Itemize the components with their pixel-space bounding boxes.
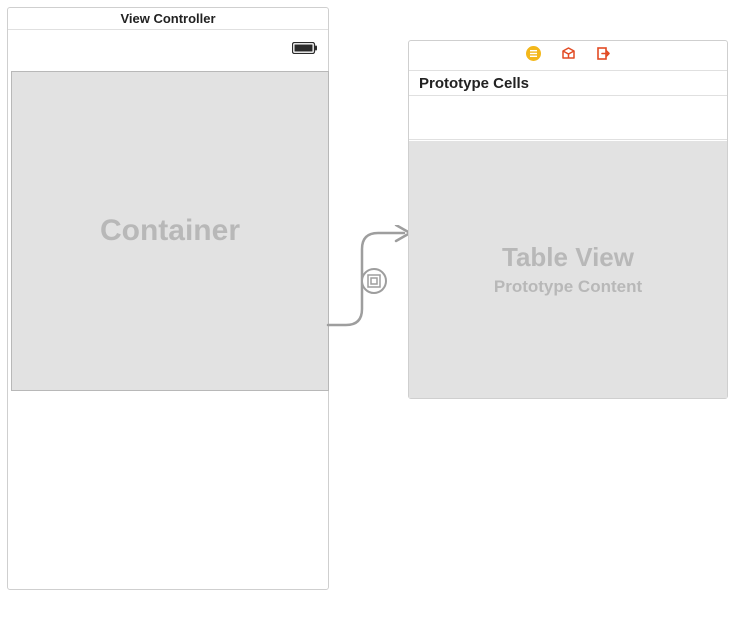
container-label: Container bbox=[100, 214, 240, 248]
scene-dock[interactable] bbox=[409, 41, 727, 71]
scene-title: View Controller bbox=[120, 11, 215, 26]
view-controller-scene[interactable]: View Controller Container bbox=[7, 7, 329, 590]
table-view-sublabel: Prototype Content bbox=[494, 277, 642, 297]
prototype-cell[interactable] bbox=[409, 96, 727, 140]
exit-icon[interactable] bbox=[596, 46, 611, 66]
table-view-controller-scene[interactable]: Prototype Cells Table View Prototype Con… bbox=[408, 40, 728, 399]
scene-title-bar[interactable]: View Controller bbox=[8, 8, 328, 30]
table-view[interactable]: Table View Prototype Content bbox=[409, 141, 727, 398]
battery-icon bbox=[292, 41, 318, 59]
table-view-label: Table View bbox=[502, 242, 634, 273]
embed-segue-icon[interactable] bbox=[361, 268, 387, 294]
first-responder-icon[interactable] bbox=[561, 46, 576, 66]
prototype-cells-header: Prototype Cells bbox=[409, 71, 727, 96]
view-controller-icon[interactable] bbox=[526, 46, 541, 66]
status-bar bbox=[8, 30, 328, 68]
prototype-cells-label: Prototype Cells bbox=[419, 75, 529, 92]
container-view[interactable]: Container bbox=[11, 71, 329, 391]
